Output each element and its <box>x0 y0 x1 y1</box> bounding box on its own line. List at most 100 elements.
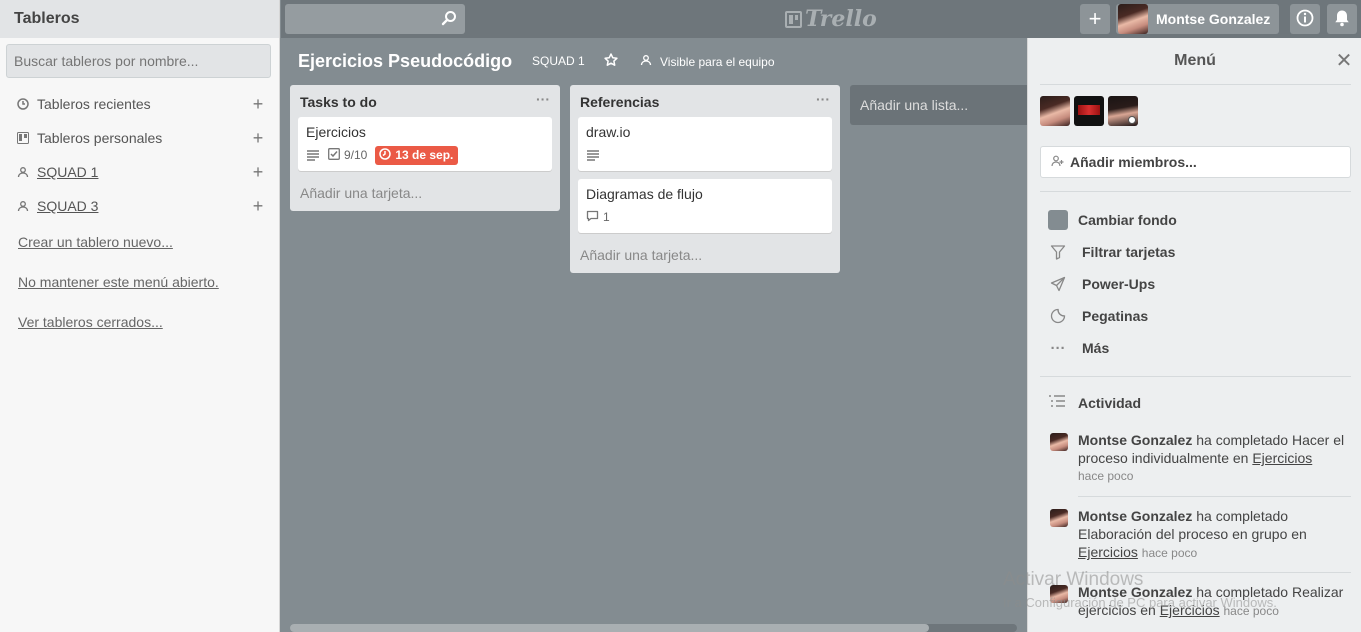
member-avatar[interactable] <box>1108 96 1138 126</box>
menu-item-change-background[interactable]: Cambiar fondo <box>1048 209 1177 231</box>
drawer-item-label: SQUAD 3 <box>37 198 99 214</box>
member-avatar[interactable] <box>1074 96 1104 126</box>
card-title: draw.io <box>586 124 631 140</box>
user-menu-button[interactable]: Montse Gonzalez <box>1116 4 1279 34</box>
checklist-count: 9/10 <box>344 148 368 162</box>
card-badges: 1 <box>586 207 824 227</box>
menu-item-label: Filtrar tarjetas <box>1082 244 1176 260</box>
plus-icon[interactable]: + <box>250 196 266 217</box>
checklist-badge: 9/10 <box>328 147 368 163</box>
star-icon[interactable] <box>604 53 620 69</box>
comment-icon <box>586 210 599 225</box>
avatar[interactable] <box>1050 509 1068 527</box>
description-icon <box>306 149 320 161</box>
activity-card-link[interactable]: Ejercicios <box>1252 450 1312 466</box>
description-icon <box>586 149 600 161</box>
list-menu-icon[interactable]: ··· <box>816 91 830 107</box>
due-date: 13 de sep. <box>395 148 454 162</box>
list-header[interactable]: Referencias ··· <box>570 85 840 117</box>
add-members-label: Añadir miembros... <box>1070 154 1197 170</box>
add-card-button[interactable]: Añadir una tarjeta... <box>570 241 840 273</box>
drawer-item-label: Tableros recientes <box>37 96 151 112</box>
card-badges <box>586 145 824 165</box>
activation-watermark: Activar Windows <box>1003 569 1144 590</box>
card-title: Ejercicios <box>306 124 366 140</box>
scrollbar-thumb[interactable] <box>290 624 929 632</box>
card-badges: 9/10 13 de sep. <box>306 145 544 165</box>
card[interactable]: Diagramas de flujo 1 <box>578 179 832 233</box>
more-icon: ··· <box>1050 339 1066 357</box>
due-date-badge[interactable]: 13 de sep. <box>375 145 459 165</box>
list-referencias: Referencias ··· draw.io Diagramas de flu… <box>570 85 840 273</box>
member-list <box>1040 96 1142 126</box>
create-board-link[interactable]: Crear un tablero nuevo... <box>18 234 173 250</box>
activity-card-link[interactable]: Ejercicios <box>1078 544 1138 560</box>
activity-item: Montse Gonzalez ha completado Elaboració… <box>1050 507 1352 562</box>
comment-count: 1 <box>603 210 610 224</box>
member-avatar[interactable] <box>1040 96 1070 126</box>
add-members-button[interactable]: Añadir miembros... <box>1040 146 1351 178</box>
checklist-icon <box>328 147 340 163</box>
visibility-button[interactable]: Visible para el equipo <box>640 54 775 69</box>
trello-mark-icon <box>785 10 802 28</box>
plus-icon[interactable]: + <box>250 162 266 183</box>
add-card-button[interactable]: Añadir una tarjeta... <box>290 179 560 211</box>
menu-title: Menú <box>1174 52 1216 69</box>
sticker-icon <box>1048 306 1068 326</box>
divider <box>1040 376 1351 377</box>
divider <box>1040 84 1351 85</box>
card[interactable]: Ejercicios 9/10 13 de sep. <box>298 117 552 171</box>
keep-open-link[interactable]: No mantener este menú abierto. <box>18 274 219 290</box>
list-title: Tasks to do <box>300 94 377 110</box>
menu-item-filter-cards[interactable]: Filtrar tarjetas <box>1048 241 1175 263</box>
drawer-item-squad1[interactable]: SQUAD 1 + <box>16 162 266 182</box>
close-icon[interactable]: ✕ <box>1335 51 1353 71</box>
add-list-button[interactable]: Añadir una lista... <box>850 85 1040 125</box>
notifications-button[interactable] <box>1327 4 1357 34</box>
team-icon <box>640 54 652 69</box>
board-search-input[interactable] <box>6 44 271 78</box>
menu-item-power-ups[interactable]: Power-Ups <box>1048 273 1155 295</box>
team-icon <box>16 165 30 179</box>
info-button[interactable] <box>1290 4 1320 34</box>
info-icon <box>1296 9 1314 30</box>
card[interactable]: draw.io <box>578 117 832 171</box>
activity-time: hace poco <box>1078 469 1134 483</box>
rocket-icon <box>1048 274 1068 294</box>
board-title[interactable]: Ejercicios Pseudocódigo <box>298 51 512 72</box>
visibility-label: Visible para el equipo <box>660 54 775 69</box>
boards-drawer: Tableros Tableros recientes + Tableros p… <box>0 0 280 632</box>
menu-item-label: Cambiar fondo <box>1078 212 1177 228</box>
clock-icon <box>16 97 30 111</box>
activity-text: Montse Gonzalez ha completado Elaboració… <box>1078 507 1352 562</box>
menu-item-stickers[interactable]: Pegatinas <box>1048 305 1148 327</box>
activity-user[interactable]: Montse Gonzalez <box>1078 432 1192 448</box>
filter-icon <box>1048 242 1068 262</box>
activity-user[interactable]: Montse Gonzalez <box>1078 508 1192 524</box>
add-button[interactable]: + <box>1080 4 1110 34</box>
card-title: Diagramas de flujo <box>586 186 703 202</box>
list-header[interactable]: Tasks to do ··· <box>290 85 560 117</box>
plus-icon[interactable]: + <box>250 94 266 115</box>
admin-badge-icon <box>1128 116 1136 124</box>
activity-item: Montse Gonzalez ha completado Hacer el p… <box>1050 431 1352 485</box>
avatar[interactable] <box>1050 433 1068 451</box>
plus-icon[interactable]: + <box>250 128 266 149</box>
activity-text: Montse Gonzalez ha completado Hacer el p… <box>1078 431 1352 485</box>
board-team[interactable]: SQUAD 1 <box>532 54 585 68</box>
menu-item-label: Pegatinas <box>1082 308 1149 324</box>
clock-icon <box>379 147 392 163</box>
closed-boards-link[interactable]: Ver tableros cerrados... <box>18 314 163 330</box>
global-search-input[interactable] <box>285 4 465 34</box>
team-icon <box>16 199 30 213</box>
drawer-item-personal[interactable]: Tableros personales + <box>16 128 266 148</box>
trello-logo[interactable]: Trello <box>785 6 877 32</box>
list-tasks-to-do: Tasks to do ··· Ejercicios 9/10 13 de se… <box>290 85 560 211</box>
background-swatch-icon <box>1048 210 1068 230</box>
activity-title: Actividad <box>1078 395 1142 411</box>
drawer-item-recent[interactable]: Tableros recientes + <box>16 94 266 114</box>
search-icon <box>441 10 457 26</box>
drawer-item-squad3[interactable]: SQUAD 3 + <box>16 196 266 216</box>
list-menu-icon[interactable]: ··· <box>536 91 550 107</box>
menu-item-more[interactable]: ··· Más <box>1048 337 1110 359</box>
